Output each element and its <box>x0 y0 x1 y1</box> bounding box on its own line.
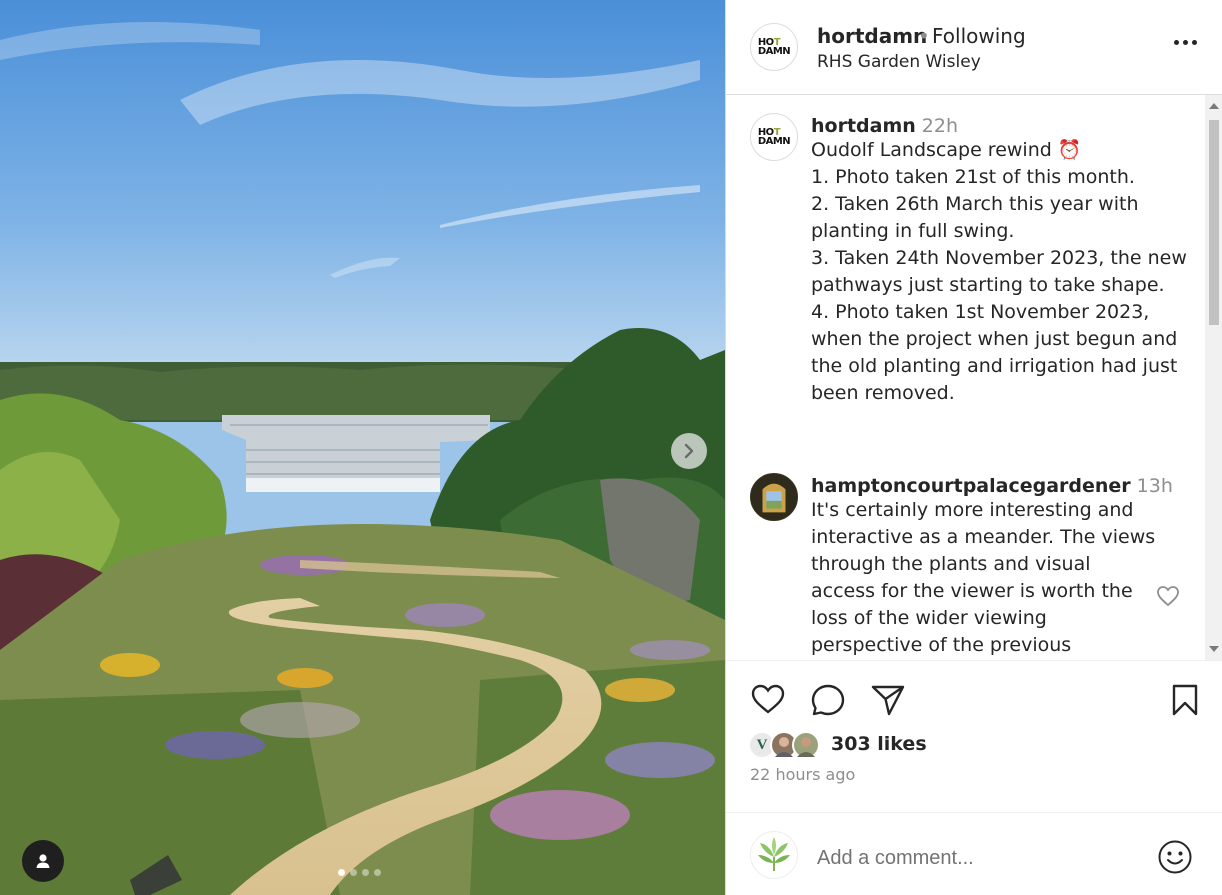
author-username[interactable]: hortdamn <box>817 24 927 48</box>
next-image-button[interactable] <box>671 433 707 469</box>
comment-line: interactive as a meander. The views <box>811 526 1156 548</box>
comment-line: access for the viewer is worth the <box>811 580 1133 602</box>
comment-button[interactable] <box>810 683 846 721</box>
liker-photo <box>797 737 815 757</box>
paper-plane-icon <box>871 685 905 716</box>
comment-line: through the plants and visual <box>811 553 1091 575</box>
caption-line: when the project when just begun and <box>811 328 1178 350</box>
smiley-icon <box>1158 840 1192 874</box>
likes-count[interactable]: 303 likes <box>831 733 927 755</box>
heart-icon <box>751 684 785 714</box>
comment: hamptoncourtpalacegardener 13h It's certa… <box>811 475 1173 659</box>
carousel-dot <box>350 869 357 876</box>
user-tag-icon <box>36 854 50 868</box>
hortdamn-logo: HOT DAMN <box>757 127 791 147</box>
caption: hortdamn 22h Oudolf Landscape rewind ⏰ 1.… <box>811 115 1191 407</box>
scroll-up-arrow[interactable] <box>1209 103 1219 109</box>
post-timestamp[interactable]: 22 hours ago <box>750 765 855 784</box>
comments-scrollbar[interactable] <box>1205 95 1222 660</box>
following-button[interactable]: Following <box>932 24 1026 48</box>
author-avatar[interactable]: HOT DAMN <box>750 23 798 71</box>
comment-time: 13h <box>1136 475 1173 497</box>
caption-line: 1. Photo taken 21st of this month. <box>811 166 1135 188</box>
post-header: HOT DAMN hortdamn • Following RHS Garden… <box>726 0 1222 95</box>
location-link[interactable]: RHS Garden Wisley <box>817 52 981 72</box>
scroll-down-arrow[interactable] <box>1209 646 1219 652</box>
comment-line: loss of the wider viewing <box>811 607 1047 629</box>
leaf-avatar <box>758 837 790 871</box>
post-image[interactable] <box>0 0 725 895</box>
emoji-button[interactable] <box>1157 839 1193 879</box>
liker-avatar[interactable] <box>792 731 820 759</box>
comment-like-button[interactable] <box>1156 585 1180 611</box>
share-button[interactable] <box>870 683 906 721</box>
carousel-dot <box>362 869 369 876</box>
caption-line: 2. Taken 26th March this year with <box>811 193 1139 215</box>
caption-time: 22h <box>921 115 958 137</box>
carousel-indicators <box>338 869 381 876</box>
commenter-photo <box>751 474 797 520</box>
speech-bubble-icon <box>811 684 845 716</box>
carousel-dot <box>338 869 345 876</box>
caption-line: pathways just starting to take shape. <box>811 274 1165 296</box>
comment-input[interactable] <box>817 843 1117 873</box>
current-user-avatar <box>750 831 798 879</box>
garden-photo <box>0 0 725 895</box>
caption-line: 3. Taken 24th November 2023, the new <box>811 247 1187 269</box>
caption-username[interactable]: hortdamn <box>811 115 916 137</box>
caption-line: Oudolf Landscape rewind ⏰ <box>811 139 1082 161</box>
scroll-thumb[interactable] <box>1209 120 1219 325</box>
liker-v-logo: V <box>756 736 768 753</box>
commenter-username[interactable]: hamptoncourtpalacegardener <box>811 475 1131 497</box>
caption-line: the old planting and irrigation had just <box>811 355 1178 377</box>
add-comment-bar <box>726 812 1222 895</box>
save-button[interactable] <box>1170 683 1200 721</box>
hortdamn-logo: HOT DAMN <box>757 37 791 57</box>
separator-dot: • <box>918 24 930 48</box>
caption-line: planting in full swing. <box>811 220 1015 242</box>
like-button[interactable] <box>750 683 786 719</box>
comment-line: It's certainly more interesting and <box>811 499 1134 521</box>
commenter-avatar[interactable] <box>750 473 798 521</box>
chevron-right-icon <box>684 443 694 459</box>
comment-line: perspective of the previous <box>811 634 1072 656</box>
heart-icon <box>1157 586 1179 607</box>
user-tag-button[interactable] <box>22 840 64 882</box>
carousel-dot <box>374 869 381 876</box>
caption-line: been removed. <box>811 382 955 404</box>
bookmark-icon <box>1172 684 1198 716</box>
comments-section[interactable]: HOT DAMN hortdamn 22h Oudolf Landscape re… <box>726 95 1222 660</box>
caption-avatar[interactable]: HOT DAMN <box>750 113 798 161</box>
post-sidebar: HOT DAMN hortdamn • Following RHS Garden… <box>725 0 1222 895</box>
caption-line: 4. Photo taken 1st November 2023, <box>811 301 1150 323</box>
more-options-icon[interactable] <box>1174 40 1197 45</box>
